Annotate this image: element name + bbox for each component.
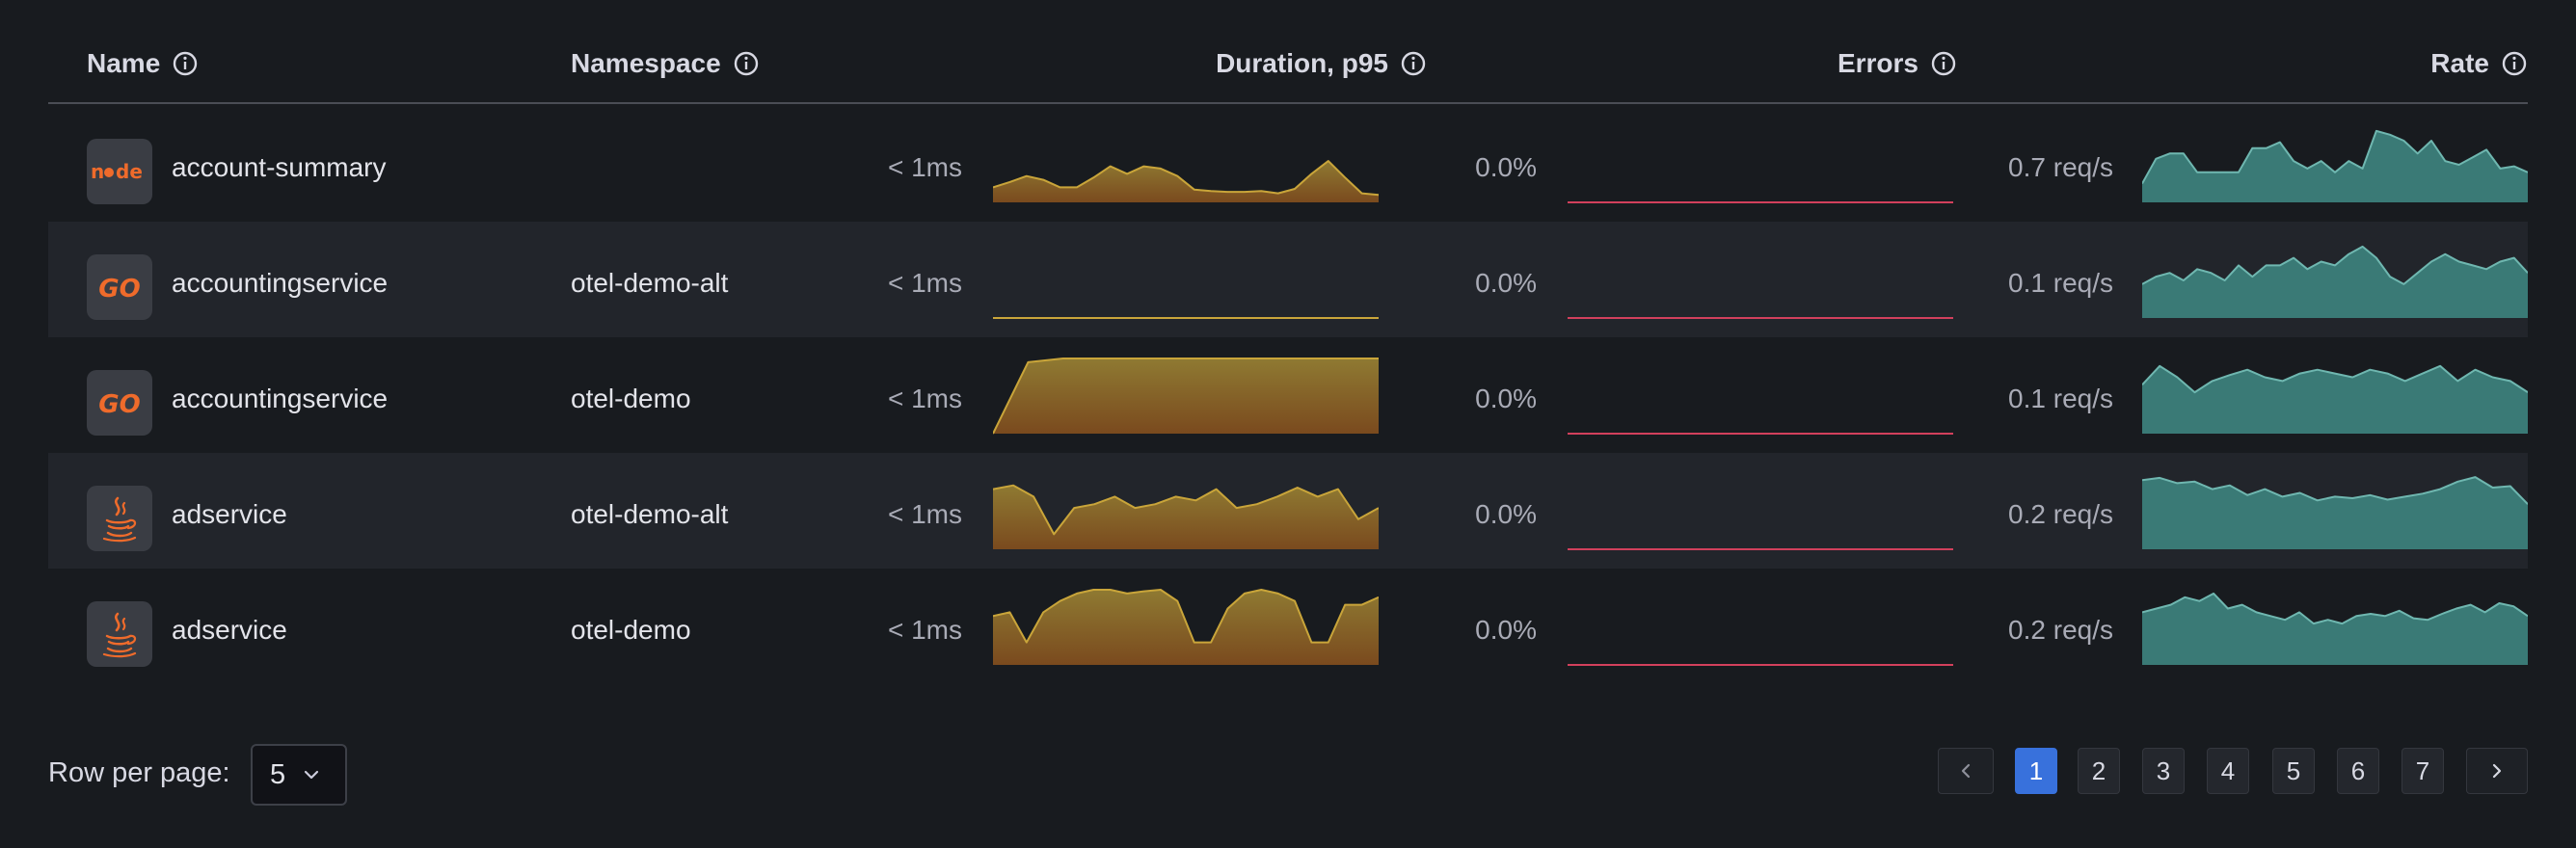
chevron-down-icon: [305, 770, 319, 780]
service-name-link[interactable]: accountingservice: [172, 268, 388, 299]
duration-sparkline: [993, 222, 1379, 337]
rows-per-page-value: 5: [270, 758, 286, 790]
table-row[interactable]: GO accountingservice otel-demo-alt < 1ms…: [48, 222, 2528, 337]
column-header-errors[interactable]: Errors: [1838, 44, 1957, 83]
rate-sparkline-area: [2142, 477, 2528, 549]
duration-value: < 1ms: [887, 499, 962, 529]
pagination-page-1[interactable]: 1: [2015, 748, 2057, 794]
svg-text:n: n: [91, 160, 104, 183]
namespace-value: otel-demo-alt: [571, 268, 729, 298]
duration-value: < 1ms: [887, 268, 962, 298]
duration-sparkline: [993, 337, 1379, 453]
pagination-prev-button[interactable]: [1938, 748, 1994, 794]
service-name-link[interactable]: adservice: [172, 499, 287, 530]
rate-sparkline-area: [2142, 246, 2528, 318]
duration-sparkline: [993, 106, 1379, 222]
chevron-right-icon: [2492, 763, 2502, 779]
rows-per-page-select[interactable]: 5: [251, 744, 347, 806]
errors-sparkline: [1568, 222, 1953, 337]
pagination-page-2[interactable]: 2: [2078, 748, 2120, 794]
column-header-namespace[interactable]: Namespace: [571, 44, 760, 83]
duration-value: < 1ms: [887, 615, 962, 645]
errors-sparkline: [1568, 453, 1953, 569]
errors-sparkline: [1568, 337, 1953, 453]
pagination-page-5[interactable]: 5: [2272, 748, 2315, 794]
pagination-page-7[interactable]: 7: [2402, 748, 2444, 794]
errors-sparkline: [1568, 569, 1953, 684]
column-header-name[interactable]: Name: [87, 44, 199, 83]
svg-text:de: de: [116, 160, 143, 183]
table-row[interactable]: GO accountingservice otel-demo < 1ms 0.0…: [48, 337, 2528, 453]
info-circle-icon[interactable]: [1930, 50, 1957, 77]
service-table-panel: Name Namespace Duration, p95 Errors Rate…: [0, 0, 2576, 848]
errors-sparkline: [1568, 106, 1953, 222]
info-circle-icon[interactable]: [733, 50, 760, 77]
rate-sparkline: [2142, 222, 2528, 337]
table-header: Name Namespace Duration, p95 Errors Rate: [48, 0, 2528, 104]
namespace-value: otel-demo: [571, 615, 691, 645]
rate-value: 0.7 req/s: [2008, 152, 2113, 182]
errors-value: 0.0%: [1475, 384, 1537, 413]
service-name-link[interactable]: accountingservice: [172, 384, 388, 414]
table-row[interactable]: adservice otel-demo-alt < 1ms 0.0% 0.2 r…: [48, 453, 2528, 569]
column-header-duration[interactable]: Duration, p95: [1216, 44, 1427, 83]
rate-value: 0.2 req/s: [2008, 615, 2113, 645]
table-row[interactable]: n de account-summary < 1ms 0.0% 0.7 req/s: [48, 106, 2528, 222]
java-logo-icon: [87, 486, 152, 551]
rate-value: 0.1 req/s: [2008, 384, 2113, 413]
service-name-link[interactable]: adservice: [172, 615, 287, 646]
rate-sparkline-area: [2142, 130, 2528, 202]
info-circle-icon[interactable]: [172, 50, 199, 77]
pagination-page-6[interactable]: 6: [2337, 748, 2379, 794]
duration-sparkline: [993, 453, 1379, 569]
info-circle-icon[interactable]: [2501, 50, 2528, 77]
service-name-link[interactable]: account-summary: [172, 152, 387, 183]
errors-value: 0.0%: [1475, 152, 1537, 182]
pagination-next-button[interactable]: [2466, 748, 2528, 794]
duration-value: < 1ms: [887, 152, 962, 182]
rate-sparkline: [2142, 337, 2528, 453]
info-circle-icon[interactable]: [1400, 50, 1427, 77]
go-logo-icon: GO: [87, 254, 152, 320]
rows-per-page-label: Row per page:: [48, 757, 230, 788]
pagination-page-4[interactable]: 4: [2207, 748, 2249, 794]
chevron-left-icon: [1961, 763, 1971, 779]
table-row[interactable]: adservice otel-demo < 1ms 0.0% 0.2 req/s: [48, 569, 2528, 684]
rate-value: 0.2 req/s: [2008, 499, 2113, 529]
errors-value: 0.0%: [1475, 268, 1537, 298]
pagination-page-3[interactable]: 3: [2142, 748, 2185, 794]
java-logo-icon: [87, 601, 152, 667]
svg-text:GO: GO: [98, 275, 140, 302]
nodejs-logo-icon: n de: [87, 139, 152, 204]
duration-sparkline-area: [993, 358, 1379, 434]
duration-sparkline: [993, 569, 1379, 684]
column-header-rate[interactable]: Rate: [2430, 44, 2528, 83]
rate-sparkline-area: [2142, 365, 2528, 434]
go-logo-icon: GO: [87, 370, 152, 436]
duration-value: < 1ms: [887, 384, 962, 413]
namespace-value: otel-demo-alt: [571, 499, 729, 529]
rate-sparkline: [2142, 453, 2528, 569]
errors-value: 0.0%: [1475, 615, 1537, 645]
namespace-value: otel-demo: [571, 384, 691, 413]
duration-sparkline-area: [993, 590, 1379, 665]
rate-sparkline: [2142, 106, 2528, 222]
rate-value: 0.1 req/s: [2008, 268, 2113, 298]
rate-sparkline: [2142, 569, 2528, 684]
svg-text:GO: GO: [98, 390, 140, 417]
errors-value: 0.0%: [1475, 499, 1537, 529]
